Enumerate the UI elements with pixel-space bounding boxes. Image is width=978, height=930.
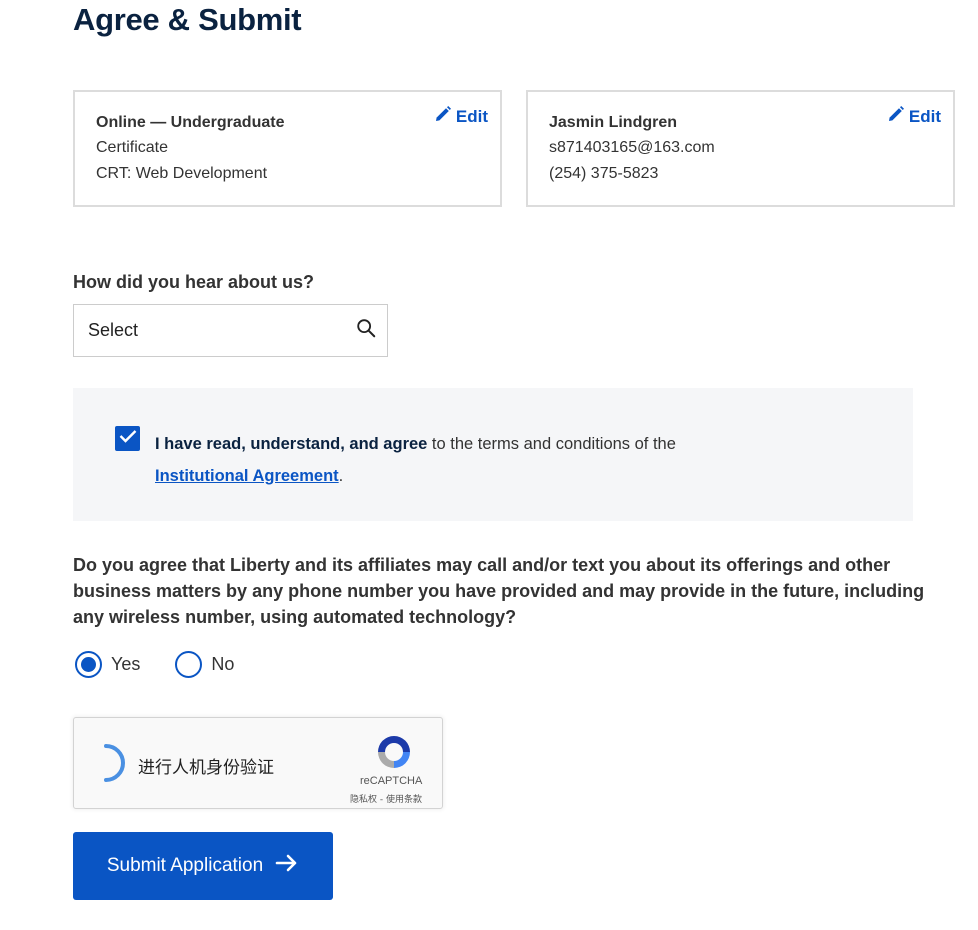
page-title: Agree & Submit bbox=[73, 2, 302, 37]
agreement-bold-text: I have read, understand, and agree bbox=[155, 435, 428, 453]
agreement-plain-text: to the terms and conditions of the bbox=[427, 435, 676, 453]
recaptcha-label: 进行人机身份验证 bbox=[138, 758, 274, 778]
submit-application-button[interactable]: Submit Application bbox=[73, 832, 333, 900]
consent-yes-option[interactable]: Yes bbox=[75, 651, 140, 678]
consent-radio-group: Yes No bbox=[75, 651, 269, 678]
arrow-right-icon bbox=[275, 853, 299, 879]
contact-name: Jasmin Lindgren bbox=[549, 114, 678, 131]
recaptcha-widget: 进行人机身份验证 reCAPTCHA 隐私权 - 使用条款 bbox=[73, 717, 443, 809]
referral-label: How did you hear about us? bbox=[73, 272, 315, 292]
contact-summary-card: Jasmin Lindgren s871403165@163.com (254)… bbox=[526, 90, 955, 207]
edit-contact-link[interactable]: Edit bbox=[888, 106, 941, 127]
checkmark-icon bbox=[119, 429, 137, 448]
edit-program-label: Edit bbox=[455, 106, 488, 126]
consent-yes-label: Yes bbox=[111, 654, 141, 674]
contact-email: s871403165@163.com bbox=[549, 139, 715, 156]
recaptcha-logo-icon bbox=[374, 732, 414, 772]
consent-no-label: No bbox=[211, 654, 235, 674]
program-summary-card: Online — Undergraduate Certificate CRT: … bbox=[73, 90, 502, 207]
program-campus-level: Online — Undergraduate bbox=[96, 114, 285, 131]
consent-yes-radio[interactable] bbox=[75, 651, 102, 678]
institutional-agreement-link[interactable]: Institutional Agreement bbox=[155, 467, 339, 485]
recaptcha-checkbox-spinner[interactable] bbox=[94, 740, 140, 786]
agreement-checkbox[interactable] bbox=[115, 426, 140, 451]
submit-button-label: Submit Application bbox=[106, 855, 264, 876]
recaptcha-terms-links[interactable]: 隐私权 - 使用条款 bbox=[350, 792, 422, 805]
contact-phone: (254) 375-5823 bbox=[549, 165, 659, 182]
agreement-panel: I have read, understand, and agree to th… bbox=[73, 388, 913, 521]
agreement-suffix: . bbox=[338, 467, 344, 485]
search-icon bbox=[355, 317, 377, 344]
referral-select[interactable]: Select bbox=[73, 304, 388, 357]
agreement-text: I have read, understand, and agree to th… bbox=[155, 428, 855, 492]
pencil-icon bbox=[435, 106, 451, 127]
edit-program-link[interactable]: Edit bbox=[435, 106, 488, 127]
referral-select-value: Select bbox=[88, 320, 139, 340]
recaptcha-brand: reCAPTCHA bbox=[360, 775, 423, 787]
radio-selected-dot bbox=[81, 657, 96, 672]
consent-question: Do you agree that Liberty and its affili… bbox=[73, 555, 925, 627]
pencil-icon bbox=[888, 106, 904, 127]
consent-no-radio[interactable] bbox=[175, 651, 203, 678]
edit-contact-label: Edit bbox=[908, 106, 941, 126]
program-degree-type: Certificate bbox=[96, 139, 169, 156]
program-name: CRT: Web Development bbox=[96, 165, 268, 182]
consent-no-option[interactable]: No bbox=[175, 651, 234, 678]
